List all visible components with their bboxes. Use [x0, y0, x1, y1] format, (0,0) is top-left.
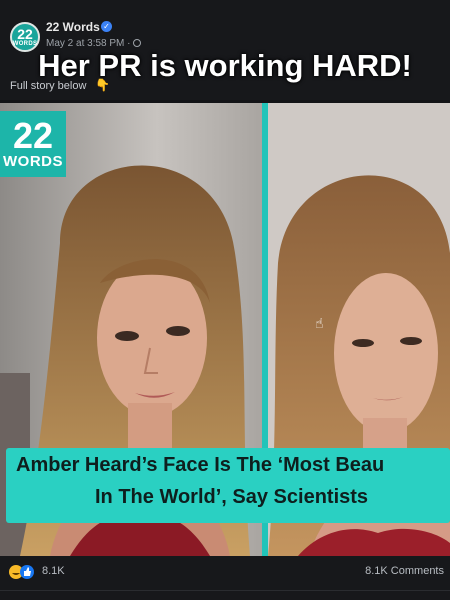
headline-line-1: Amber Heard’s Face Is The ‘Most Beau	[16, 454, 385, 476]
page-name-link[interactable]: 22 Words	[46, 20, 100, 34]
phone-screen: 22 WORDS 22 Words ✓ May 2 at 3:58 PM · F…	[0, 0, 450, 600]
globe-icon	[133, 39, 141, 47]
overlay-title: Her PR is working HARD!	[38, 48, 412, 83]
headline-line-2: In The World’, Say Scientists	[95, 486, 369, 508]
reactions-count[interactable]: 8.1K	[42, 565, 65, 577]
logo-number: 22	[12, 114, 54, 156]
avatar-word: WORDS	[12, 41, 38, 47]
cursor-icon: ☝	[315, 315, 324, 331]
comments-count[interactable]: 8.1K Comments	[365, 565, 444, 577]
post-image[interactable]: 22 WORDS ☝ Amber Heard’s Face Is The ‘Mo…	[0, 103, 450, 556]
action-bar-divider	[0, 590, 450, 591]
verified-icon: ✓	[101, 21, 112, 32]
avatar-number: 22	[17, 26, 33, 42]
post-footer: 8.1K 8.1K Comments	[0, 556, 450, 600]
logo-word: WORDS	[3, 152, 63, 170]
reactions-icon[interactable]	[8, 564, 36, 580]
22-words-logo: 22 WORDS	[0, 111, 66, 177]
